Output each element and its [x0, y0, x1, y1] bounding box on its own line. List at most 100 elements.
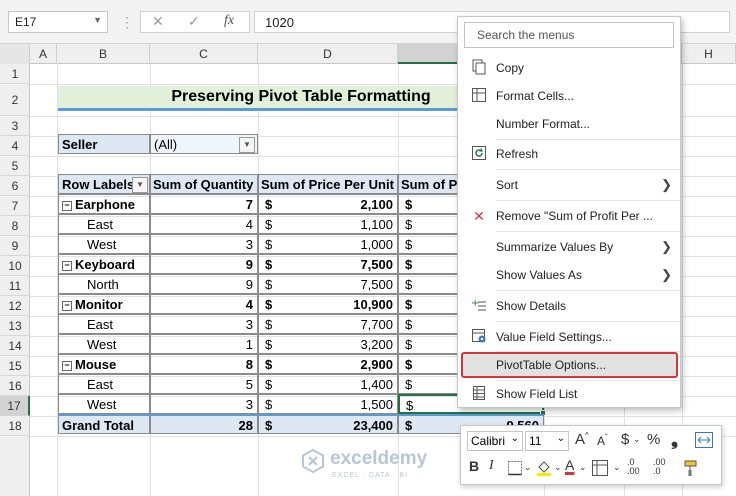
column-header[interactable]: D [258, 44, 398, 64]
price-cell[interactable]: $1,100 [258, 214, 398, 234]
row-label-item[interactable]: North [58, 274, 150, 294]
row-header[interactable]: 4 [0, 136, 30, 156]
chevron-down-icon[interactable]: ⌄ [579, 462, 587, 473]
collapse-icon[interactable]: − [62, 201, 72, 211]
row-header[interactable]: 7 [0, 196, 30, 216]
pivot-header-quantity[interactable]: Sum of Quantity [150, 174, 258, 194]
insert-function-icon[interactable]: fx [224, 13, 234, 29]
menu-item-show-field-list[interactable]: Show Field List [458, 381, 680, 407]
pivot-header-price[interactable]: Sum of Price Per Unit [258, 174, 398, 194]
menu-item-format-cells[interactable]: Format Cells... [458, 83, 680, 109]
column-header[interactable]: B [57, 44, 150, 64]
grow-font-button[interactable]: A^ [575, 431, 589, 448]
menu-search-input[interactable]: Search the menus [464, 22, 674, 48]
quantity-cell[interactable]: 3 [150, 234, 258, 254]
filter-dropdown-icon[interactable]: ▼ [239, 137, 255, 153]
menu-item-show-values-as[interactable]: Show Values As ❯ [458, 262, 680, 288]
menu-item-sort[interactable]: Sort ❯ [458, 172, 680, 198]
quantity-cell[interactable]: 9 [150, 274, 258, 294]
row-header[interactable]: 1 [0, 64, 30, 84]
font-name-select[interactable]: Calibri ⌄ [467, 431, 523, 451]
row-header[interactable]: 18 [0, 416, 30, 436]
quantity-cell[interactable]: 3 [150, 314, 258, 334]
price-cell[interactable]: $7,500 [258, 274, 398, 294]
menu-item-copy[interactable]: Copy [458, 55, 680, 81]
fill-color-icon[interactable] [535, 459, 553, 482]
row-label-item[interactable]: West [58, 394, 150, 414]
name-box[interactable]: E17 ▼ [8, 11, 108, 33]
italic-button[interactable]: I [489, 458, 494, 474]
price-cell[interactable]: $7,700 [258, 314, 398, 334]
grand-total-price[interactable]: $23,400 [258, 414, 398, 434]
format-cells-mini-icon[interactable] [591, 459, 609, 482]
menu-item-value-field-settings[interactable]: Value Field Settings... [458, 324, 680, 350]
filter-value-cell[interactable]: (All) ▼ [150, 134, 258, 154]
percent-format-button[interactable]: % [647, 431, 660, 448]
row-label-group[interactable]: − Keyboard [58, 254, 150, 274]
menu-item-show-details[interactable]: + Show Details [458, 293, 680, 319]
menu-item-remove-field[interactable]: ✕ Remove "Sum of Profit Per ... [458, 203, 680, 229]
increase-decimal-icon[interactable]: .0.00 [627, 458, 640, 476]
row-label-item[interactable]: East [58, 374, 150, 394]
quantity-cell[interactable]: 7 [150, 194, 258, 214]
font-size-select[interactable]: 11 ⌄ [525, 431, 569, 451]
pivot-header-row-labels[interactable]: Row Labels ▼ [58, 174, 150, 194]
enter-icon[interactable]: ✓ [188, 13, 200, 30]
row-label-item[interactable]: East [58, 214, 150, 234]
price-cell[interactable]: $7,500 [258, 254, 398, 274]
menu-item-refresh[interactable]: Refresh [458, 141, 680, 167]
collapse-icon[interactable]: − [62, 261, 72, 271]
row-label-item[interactable]: West [58, 234, 150, 254]
row-header[interactable]: 11 [0, 276, 30, 296]
formula-bar-splitter-icon[interactable]: ⋮ [120, 14, 134, 31]
chevron-down-icon[interactable]: ⌄ [633, 434, 641, 445]
menu-item-pivottable-options[interactable]: PivotTable Options... [461, 352, 678, 378]
filter-label[interactable]: Seller [58, 134, 150, 154]
row-label-group[interactable]: − Mouse [58, 354, 150, 374]
price-cell[interactable]: $1,500 [258, 394, 398, 414]
menu-item-number-format[interactable]: Number Format... [458, 111, 680, 137]
grand-total-label[interactable]: Grand Total [58, 414, 150, 434]
row-header[interactable]: 12 [0, 296, 30, 316]
font-color-button[interactable]: A [565, 457, 574, 473]
row-header[interactable]: 2 [0, 84, 30, 116]
price-cell[interactable]: $1,400 [258, 374, 398, 394]
column-header[interactable]: H [682, 44, 736, 64]
select-all-corner[interactable] [0, 44, 30, 64]
price-cell[interactable]: $1,000 [258, 234, 398, 254]
currency-format-button[interactable]: $ [621, 431, 629, 448]
chevron-down-icon[interactable]: ⌄ [554, 462, 562, 473]
price-cell[interactable]: $2,100 [258, 194, 398, 214]
row-header[interactable]: 16 [0, 376, 30, 396]
quantity-cell[interactable]: 3 [150, 394, 258, 414]
column-header[interactable]: A [30, 44, 57, 64]
borders-icon[interactable] [507, 460, 523, 481]
quantity-cell[interactable]: 4 [150, 294, 258, 314]
price-cell[interactable]: $10,900 [258, 294, 398, 314]
row-header[interactable]: 14 [0, 336, 30, 356]
grand-total-quantity[interactable]: 28 [150, 414, 258, 434]
row-label-group[interactable]: − Monitor [58, 294, 150, 314]
chevron-down-icon[interactable]: ▼ [93, 15, 102, 25]
collapse-icon[interactable]: − [62, 301, 72, 311]
row-header[interactable]: 17 [0, 396, 30, 416]
merge-center-icon[interactable] [695, 432, 713, 448]
comma-style-button[interactable]: ❟ [671, 429, 678, 450]
quantity-cell[interactable]: 8 [150, 354, 258, 374]
price-cell[interactable]: $3,200 [258, 334, 398, 354]
menu-item-summarize-values[interactable]: Summarize Values By ❯ [458, 234, 680, 260]
row-header[interactable]: 5 [0, 156, 30, 176]
collapse-icon[interactable]: − [62, 361, 72, 371]
row-header[interactable]: 13 [0, 316, 30, 336]
row-header[interactable]: 6 [0, 176, 30, 196]
shrink-font-button[interactable]: Aˇ [597, 433, 608, 448]
row-header[interactable]: 10 [0, 256, 30, 276]
quantity-cell[interactable]: 9 [150, 254, 258, 274]
row-label-group[interactable]: − Earphone [58, 194, 150, 214]
bold-button[interactable]: B [469, 458, 479, 474]
row-labels-filter-icon[interactable]: ▼ [132, 177, 148, 193]
row-header[interactable]: 9 [0, 236, 30, 256]
quantity-cell[interactable]: 4 [150, 214, 258, 234]
row-header[interactable]: 3 [0, 116, 30, 136]
row-label-item[interactable]: West [58, 334, 150, 354]
